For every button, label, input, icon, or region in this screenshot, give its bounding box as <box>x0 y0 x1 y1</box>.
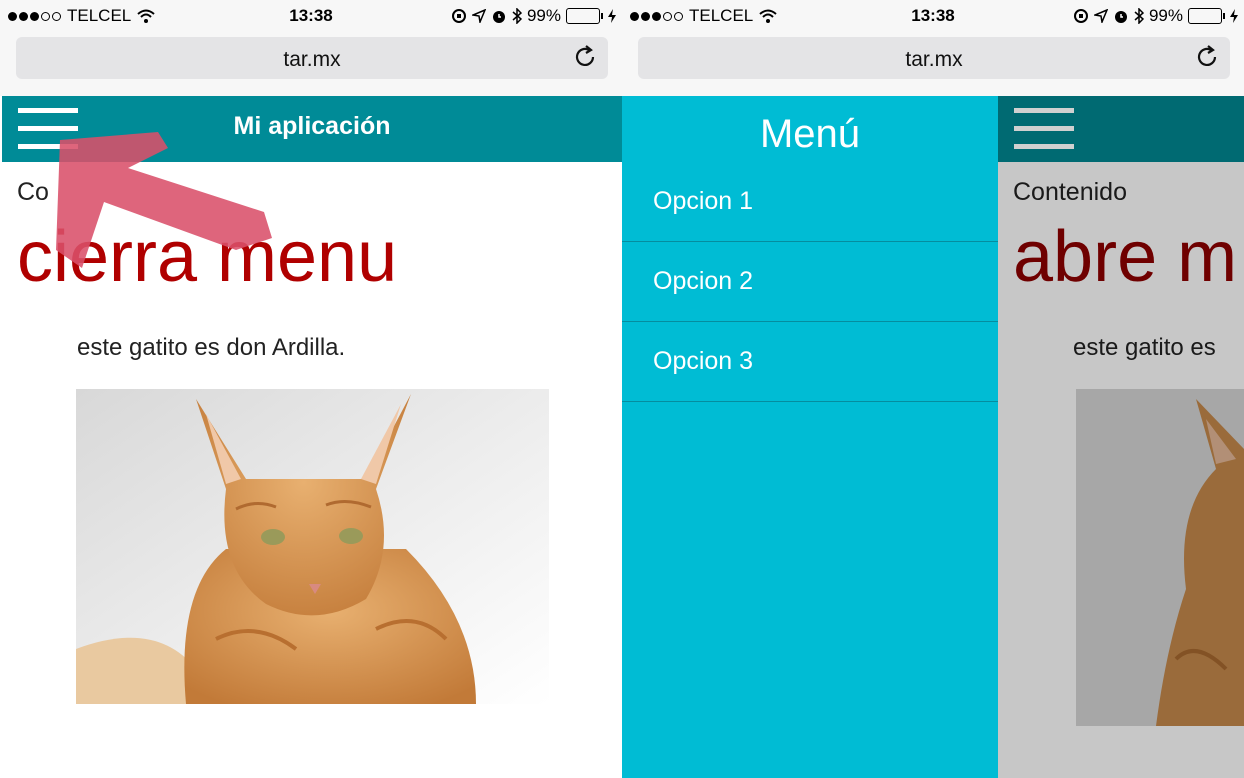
app-bar <box>998 96 1244 162</box>
bluetooth-icon <box>1134 8 1144 24</box>
screen-menu-open: TELCEL 13:38 99% tar.mx Contenido abre m… <box>622 0 1244 778</box>
menu-item-opcion-1[interactable]: Opcion 1 <box>622 162 998 242</box>
page-heading: cierra menu <box>17 217 398 297</box>
drawer-menu: Opcion 1 Opcion 2 Opcion 3 <box>622 162 998 402</box>
hamburger-menu-icon[interactable] <box>1014 108 1074 150</box>
app-bar: Mi aplicación <box>2 96 622 162</box>
location-icon <box>471 9 486 23</box>
dim-overlay[interactable] <box>998 162 1244 778</box>
content-label: Co <box>17 178 49 206</box>
address-bar[interactable]: tar.mx <box>16 37 608 79</box>
orientation-lock-icon <box>451 9 466 23</box>
battery-percent: 99% <box>1148 6 1183 25</box>
status-bar: TELCEL 13:38 99% <box>622 0 1244 32</box>
status-bar: TELCEL 13:38 99% <box>0 0 622 32</box>
address-bar[interactable]: tar.mx <box>638 37 1230 79</box>
url-text: tar.mx <box>905 48 963 71</box>
charging-icon <box>608 9 616 23</box>
alarm-icon <box>492 11 505 23</box>
side-drawer: Menú Opcion 1 Opcion 2 Opcion 3 <box>622 96 998 778</box>
battery-percent: 99% <box>526 6 561 25</box>
cat-photo <box>76 389 549 704</box>
location-icon <box>1093 9 1108 23</box>
drawer-title: Menú <box>759 112 861 156</box>
image-caption: este gatito es don Ardilla. <box>77 334 346 361</box>
browser-toolbar: tar.mx <box>622 32 1244 96</box>
battery-icon <box>566 8 603 24</box>
menu-item-opcion-2[interactable]: Opcion 2 <box>622 242 998 322</box>
app-title: Mi aplicación <box>233 112 391 140</box>
battery-icon <box>1188 8 1225 24</box>
url-text: tar.mx <box>283 48 341 71</box>
charging-icon <box>1230 9 1238 23</box>
bluetooth-icon <box>512 8 522 24</box>
alarm-icon <box>1114 11 1127 23</box>
reload-icon[interactable] <box>572 44 598 70</box>
orientation-lock-icon <box>1073 9 1088 23</box>
screen-menu-closed: TELCEL 13:38 99% tar.mx Mi aplicación Co… <box>0 0 622 778</box>
reload-icon[interactable] <box>1194 44 1220 70</box>
menu-item-opcion-3[interactable]: Opcion 3 <box>622 322 998 402</box>
browser-toolbar: tar.mx <box>0 32 622 96</box>
